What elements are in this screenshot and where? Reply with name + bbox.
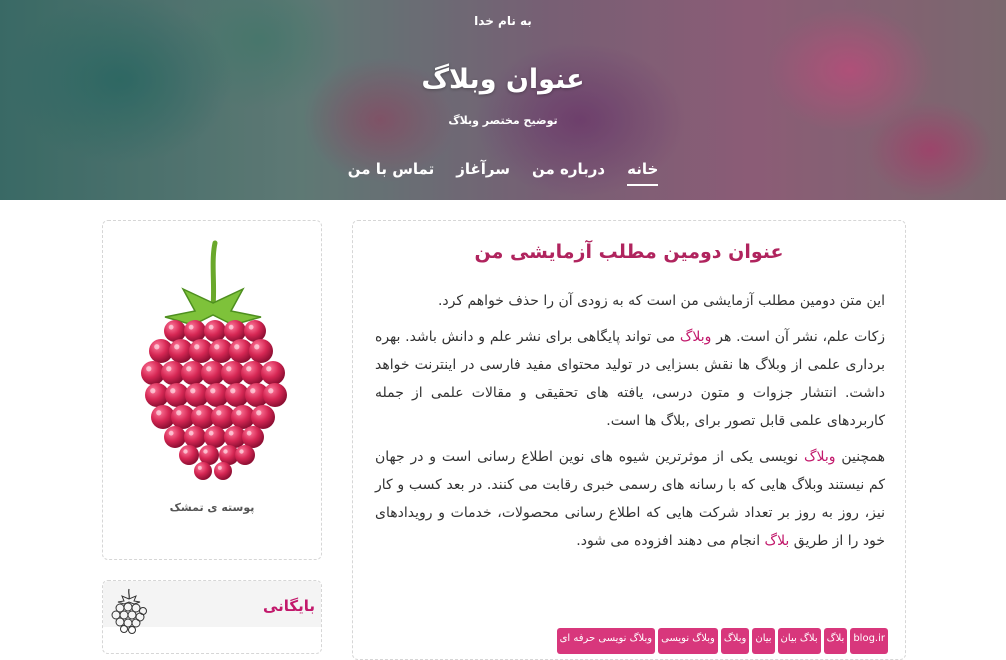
- drupe-highlight: [236, 410, 242, 416]
- raspberry-drupe: [261, 361, 285, 385]
- raspberry-drupe: [204, 426, 226, 448]
- post-paragraph: همچنین وبلاگ نویسی یکی از موثرترین شیوه …: [375, 443, 885, 555]
- tag-chip[interactable]: بلاگ: [823, 628, 848, 654]
- nav-start[interactable]: سرآغاز: [456, 160, 510, 186]
- raspberry-image: [141, 240, 287, 480]
- raspberry-drupe: [204, 320, 226, 342]
- drupe-highlight: [176, 410, 182, 416]
- raspberry-drupe: [251, 405, 275, 429]
- post-title[interactable]: عنوان دومین مطلب آزمایشی من: [353, 241, 905, 263]
- nav-about[interactable]: درباره من: [532, 160, 605, 186]
- raspberry-drupe: [244, 320, 266, 342]
- drupe-highlight: [186, 366, 192, 372]
- post-paragraph: زکات علم، نشر آن است. هر وبلاگ می تواند …: [375, 323, 885, 435]
- blog-description: توضیح مختصر وبلاگ: [448, 114, 558, 127]
- nav-home[interactable]: خانه: [627, 160, 659, 186]
- raspberry-drupes: [141, 320, 287, 480]
- post-card: عنوان دومین مطلب آزمایشی من این متن دومی…: [352, 220, 906, 660]
- drupe-highlight: [168, 430, 174, 436]
- inline-link[interactable]: بلاگ: [765, 533, 790, 549]
- raspberry-drupe: [184, 320, 206, 342]
- drupe-highlight: [194, 344, 200, 350]
- drupe-highlight: [248, 324, 254, 330]
- drupe-highlight: [228, 324, 234, 330]
- post-body: این متن دومین مطلب آزمایشی من است که به …: [375, 287, 885, 563]
- drupe-highlight: [208, 324, 214, 330]
- tag-list: blog.ir بلاگ بلاگ بیان بیان وبلاگ وبلاگ نویسی…: [224, 628, 888, 654]
- tag-chip[interactable]: وبلاگ نویسی: [658, 628, 718, 654]
- drupe-highlight: [150, 388, 156, 394]
- paragraph-text: این متن دومین مطلب آزمایشی من است که به …: [437, 293, 885, 309]
- raspberry-outline-icon: [111, 588, 147, 634]
- inline-link[interactable]: وبلاگ: [680, 329, 712, 345]
- drupe-highlight: [196, 410, 202, 416]
- tag-chip[interactable]: وبلاگ: [720, 628, 750, 654]
- drupe-highlight: [239, 449, 244, 454]
- drupe-highlight: [170, 388, 176, 394]
- drupe-highlight: [256, 410, 262, 416]
- tag-chip[interactable]: blog.ir: [850, 628, 888, 654]
- drupe-highlight: [210, 388, 216, 394]
- sidebar-caption: پوسته ی تمشک: [169, 501, 255, 514]
- drupe-highlight: [166, 366, 172, 372]
- drupe-highlight: [203, 449, 208, 454]
- tag-chip[interactable]: بیان: [752, 628, 775, 654]
- drupe-highlight: [146, 366, 152, 372]
- raspberry-drupe: [263, 383, 287, 407]
- raspberry-drupe: [179, 445, 199, 465]
- drupe-highlight: [268, 388, 274, 394]
- drupe-highlight: [226, 366, 232, 372]
- archive-widget: بایگانی: [102, 580, 322, 654]
- raspberry-drupe: [249, 339, 273, 363]
- drupe-highlight: [154, 344, 160, 350]
- raspberry-drupe: [199, 445, 219, 465]
- bismillah-text: به نام خدا: [474, 14, 532, 28]
- drupe-highlight: [250, 388, 256, 394]
- raspberry-drupe: [184, 426, 206, 448]
- raspberry-drupe: [242, 426, 264, 448]
- drupe-highlight: [206, 366, 212, 372]
- drupe-highlight: [254, 344, 260, 350]
- header-banner: به نام خدا عنوان وبلاگ توضیح مختصر وبلاگ…: [0, 0, 1006, 200]
- raspberry-drupe: [164, 426, 186, 448]
- drupe-highlight: [217, 465, 222, 470]
- drupe-highlight: [188, 430, 194, 436]
- blog-title[interactable]: عنوان وبلاگ: [0, 64, 1006, 95]
- drupe-highlight: [174, 344, 180, 350]
- sidebar-theme-card: پوسته ی تمشک: [102, 220, 322, 560]
- raspberry-drupe: [214, 462, 232, 480]
- drupe-highlight: [216, 410, 222, 416]
- drupe-highlight: [214, 344, 220, 350]
- drupe-highlight: [228, 430, 234, 436]
- raspberry-drupe: [235, 445, 255, 465]
- drupe-highlight: [230, 388, 236, 394]
- drupe-highlight: [223, 449, 228, 454]
- post-paragraph: این متن دومین مطلب آزمایشی من است که به …: [375, 287, 885, 315]
- paragraph-text: انجام می دهند افزوده می شود.: [576, 533, 765, 549]
- main-nav: خانه درباره من سرآغاز تماس با من: [0, 160, 1006, 186]
- paragraph-text: زکات علم، نشر آن است. هر: [711, 329, 886, 345]
- raspberry-drupe: [224, 320, 246, 342]
- drupe-highlight: [246, 366, 252, 372]
- raspberry-drupe: [164, 320, 186, 342]
- archive-title[interactable]: بایگانی: [263, 597, 315, 615]
- drupe-highlight: [156, 410, 162, 416]
- raspberry-drupe: [194, 462, 212, 480]
- drupe-highlight: [183, 449, 188, 454]
- paragraph-text: همچنین: [835, 449, 885, 465]
- drupe-highlight: [266, 366, 272, 372]
- drupe-highlight: [197, 465, 202, 470]
- tag-chip[interactable]: بلاگ بیان: [777, 628, 821, 654]
- drupe-highlight: [168, 324, 174, 330]
- drupe-highlight: [234, 344, 240, 350]
- inline-link[interactable]: وبلاگ: [804, 449, 836, 465]
- drupe-highlight: [188, 324, 194, 330]
- raspberry-stem: [210, 240, 218, 309]
- drupe-highlight: [246, 430, 252, 436]
- nav-contact[interactable]: تماس با من: [348, 160, 435, 186]
- tag-chip[interactable]: وبلاگ نویسی حرفه ای: [556, 628, 656, 654]
- drupe-highlight: [208, 430, 214, 436]
- drupe-highlight: [190, 388, 196, 394]
